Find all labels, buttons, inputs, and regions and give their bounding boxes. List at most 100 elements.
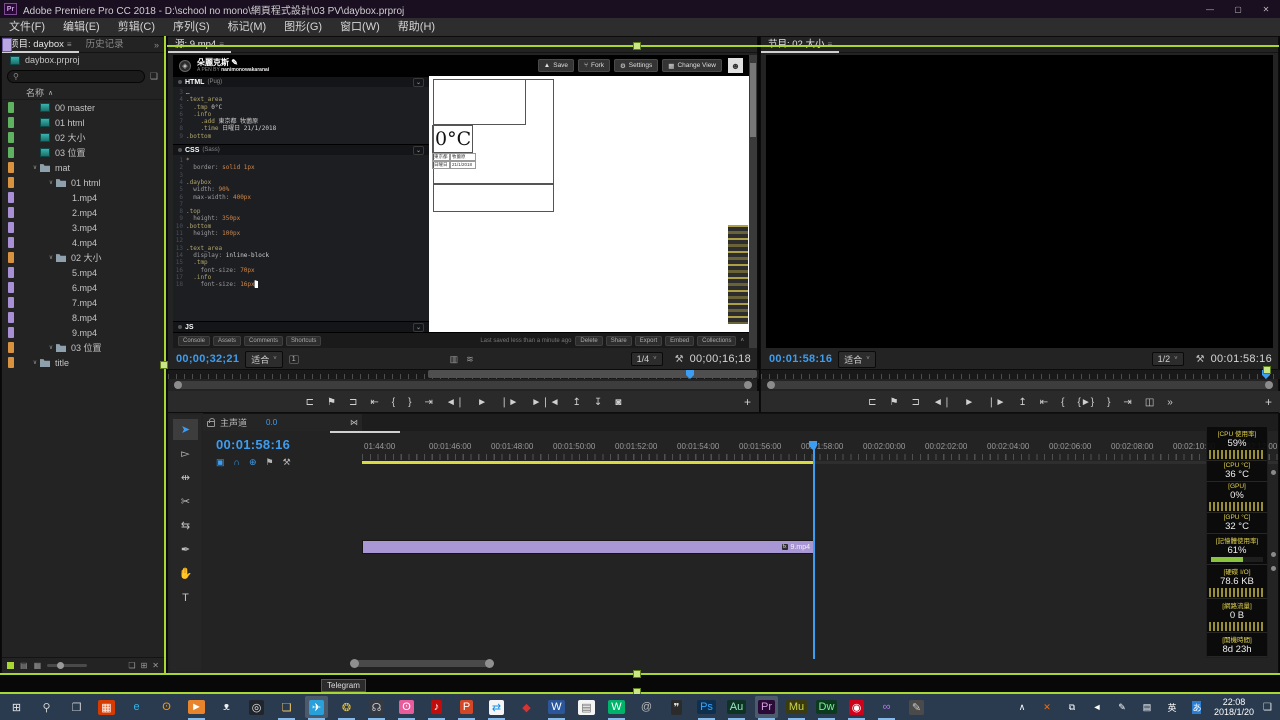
hand-tool[interactable]: ✋ (173, 563, 198, 584)
timeline-ruler[interactable]: 01:44:00 00:01:46:00 00:01:48:00 00:01:50:0… (362, 439, 1278, 460)
capture-handle[interactable] (633, 670, 641, 678)
word-icon[interactable]: W (545, 696, 568, 720)
master-level[interactable]: 0.0 (266, 418, 277, 427)
paint-app-icon[interactable]: ❂ (335, 696, 358, 720)
razor-tool[interactable]: ✂ (173, 491, 198, 512)
taskbar-clock[interactable]: 22:08 2018/1/20 (1214, 697, 1254, 717)
twirl-arrow-icon[interactable]: ∨ (30, 164, 40, 171)
project-item[interactable]: ∨ 02 大小 (2, 130, 164, 145)
start-button[interactable]: ⊞ (5, 696, 28, 718)
menu-item[interactable]: 窗口(W) (331, 18, 389, 36)
in-brace-button[interactable]: { (392, 397, 395, 408)
snap-toggle[interactable]: ∩ (234, 457, 240, 468)
telegram-icon[interactable]: ✈ (305, 696, 328, 720)
drag-video-icon[interactable]: ▥ (450, 354, 459, 365)
tab-project[interactable]: 项目: daybox ≡ (2, 37, 79, 53)
menu-item[interactable]: 标记(M) (219, 18, 276, 36)
go-to-out-button[interactable]: ⇥ (1123, 397, 1131, 408)
avast-icon[interactable]: ✕ (1039, 699, 1055, 715)
button-editor-plus[interactable]: + (744, 395, 751, 409)
label-color-chip[interactable] (8, 327, 14, 338)
capture-handle[interactable] (633, 42, 641, 50)
visual-studio-icon[interactable]: ∞ (875, 696, 898, 720)
discord-icon[interactable]: ☊ (365, 696, 388, 720)
mark-out-button[interactable]: ⊐ (349, 397, 357, 408)
delete-button[interactable]: ✕ (152, 661, 159, 670)
media-player-icon[interactable]: ► (185, 696, 208, 720)
project-item[interactable]: ∨ 9.mp4 (2, 38, 164, 340)
step-forward-button[interactable]: ❘► (500, 397, 518, 408)
ime-mode-icon[interactable]: あ (1189, 699, 1205, 715)
column-header-name[interactable]: 名称 ∧ (2, 86, 164, 100)
twirl-arrow-icon[interactable]: ∨ (46, 254, 56, 261)
menu-item[interactable]: 图形(G) (275, 18, 331, 36)
project-item[interactable]: ∨ 02 大小 (2, 250, 164, 265)
play-button[interactable]: ► (964, 397, 974, 408)
twirl-arrow-icon[interactable]: ∨ (30, 359, 40, 366)
label-color-chip[interactable] (8, 237, 14, 248)
add-marker-button[interactable]: ⚑ (327, 397, 336, 408)
add-marker-button[interactable]: ⚑ (266, 457, 274, 468)
play-button[interactable]: ► (477, 397, 487, 408)
tab-history[interactable]: 历史记录 (79, 37, 131, 53)
source-fit-dropdown[interactable]: 适合 ˅ (245, 350, 283, 368)
project-item[interactable]: ∨ 01 html (2, 115, 164, 130)
label-color-chip[interactable] (8, 147, 14, 158)
zoom-slider[interactable] (47, 662, 88, 669)
program-resolution-dropdown[interactable]: 1/2 ˅ (1151, 352, 1184, 366)
play-in-out-button[interactable]: ►❘◄ (531, 397, 559, 408)
premiere-icon[interactable]: Pr (755, 696, 778, 720)
go-to-in-button[interactable]: ⇤ (1040, 397, 1048, 408)
obs-icon[interactable]: ◎ (245, 696, 268, 718)
program-scrubber[interactable] (761, 369, 1280, 379)
new-bin-button[interactable]: ❏ (128, 661, 135, 670)
menu-item[interactable]: 剪辑(C) (109, 18, 164, 36)
project-item[interactable]: ∨ 03 位置 (2, 340, 164, 355)
muse-icon[interactable]: Mu (785, 696, 808, 720)
go-to-in-button[interactable]: ⇤ (370, 397, 378, 408)
nested-sequence-toggle[interactable]: ▣ (216, 457, 225, 468)
label-color-chip[interactable] (8, 117, 14, 128)
list-view-button[interactable]: ▤ (20, 661, 28, 670)
spiral-app-icon[interactable]: @ (635, 696, 658, 718)
add-marker-button[interactable]: ⚑ (890, 397, 899, 408)
label-color-chip[interactable] (8, 342, 14, 353)
label-color-chip[interactable] (8, 207, 14, 218)
wegame-icon[interactable]: W (605, 696, 628, 720)
capture-handle[interactable] (1263, 366, 1271, 374)
dreamweaver-icon[interactable]: Dw (815, 696, 838, 720)
icon-view-button[interactable]: ▦ (34, 661, 42, 670)
project-item[interactable]: ∨ 1.mp4 (2, 38, 164, 205)
project-item[interactable]: ∨ 03 位置 (2, 145, 164, 160)
source-settings-button[interactable]: 1 (288, 354, 299, 364)
fox-app-icon[interactable]: ᴥ (215, 696, 238, 718)
project-item[interactable]: ∨ 3.mp4 (2, 38, 164, 235)
step-back-button[interactable]: ◄❘ (933, 397, 951, 408)
ripple-edit-tool[interactable]: ⇹ (173, 467, 198, 488)
project-item[interactable]: ∨ 6.mp4 (2, 38, 164, 295)
minimize-button[interactable]: — (1196, 0, 1224, 18)
twirl-arrow-icon[interactable]: ∨ (46, 344, 56, 351)
program-video-area[interactable] (766, 55, 1273, 348)
project-item[interactable]: ∨ 5.mp4 (2, 38, 164, 280)
label-color-chip[interactable] (8, 267, 14, 278)
button-editor-plus[interactable]: + (1265, 395, 1272, 409)
file-explorer-icon[interactable]: ❏ (275, 696, 298, 720)
source-resolution-dropdown[interactable]: 1/4 ˅ (630, 352, 663, 366)
task-view-icon[interactable]: ❐ (65, 696, 88, 718)
menu-item[interactable]: 帮助(H) (389, 18, 444, 36)
program-scrollbar[interactable] (767, 381, 1273, 389)
action-center-icon[interactable]: ❑ (1263, 702, 1272, 713)
volume-icon[interactable]: ◄ (1089, 699, 1105, 715)
linked-selection-toggle[interactable]: ⊕ (249, 457, 257, 468)
search-input[interactable]: ⚲ (7, 70, 145, 83)
project-item[interactable]: ∨ mat (2, 160, 164, 175)
search-icon[interactable]: ⚲ (35, 696, 58, 718)
fit-sequence-icon[interactable]: ⋈ (350, 418, 358, 427)
store-icon[interactable]: ▦ (95, 696, 118, 718)
menu-item[interactable]: 文件(F) (0, 18, 54, 36)
quote-app-icon[interactable]: ❞ (665, 696, 688, 718)
step-forward-button[interactable]: ❘► (987, 397, 1005, 408)
maximize-button[interactable]: ▢ (1224, 0, 1252, 18)
powerpoint-icon[interactable]: P (455, 696, 478, 720)
